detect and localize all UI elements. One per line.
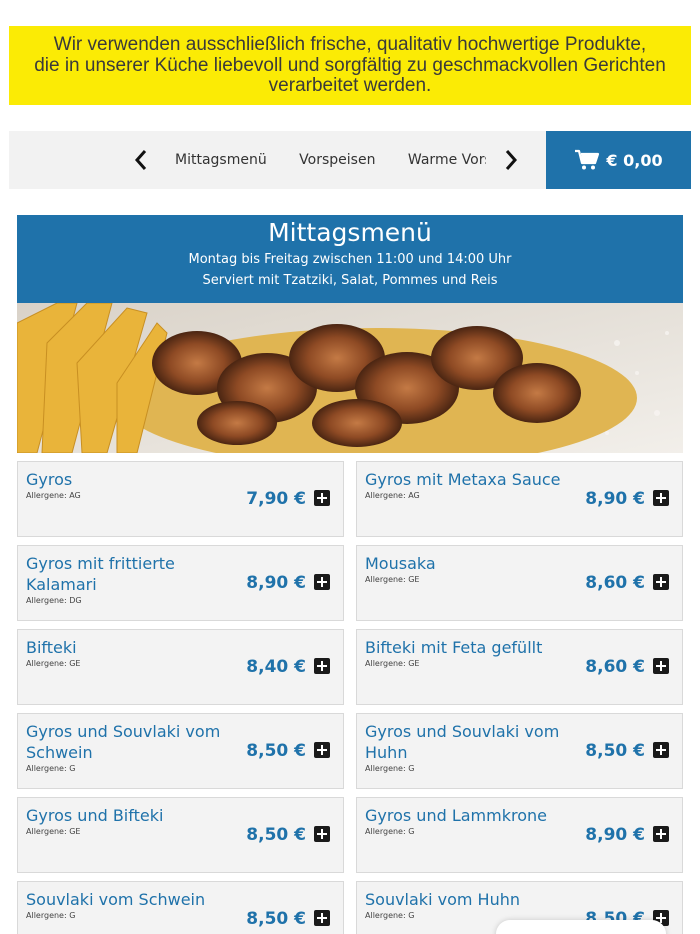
- plus-square-icon[interactable]: [314, 574, 330, 590]
- menu-item-allergens: Allergene: G: [26, 911, 76, 920]
- menu-item-price: 8,90 €: [246, 573, 306, 593]
- menu-item-card[interactable]: Gyros und Lammkrone Allergene: G 8,90 €: [356, 797, 683, 873]
- menu-item-price: 8,60 €: [585, 657, 645, 677]
- menu-item-info: Gyros und Souvlaki vom Schwein Allergene:…: [26, 721, 236, 775]
- info-banner-line: die in unserer Küche liebevoll und sorgf…: [34, 54, 666, 76]
- menu-item-name: Gyros: [26, 470, 73, 489]
- menu-item-card[interactable]: Gyros und Souvlaki vom Huhn Allergene: G 8…: [356, 713, 683, 789]
- plus-square-icon[interactable]: [653, 742, 669, 758]
- menu-item-info: Gyros und Souvlaki vom Huhn Allergene: G: [365, 721, 575, 775]
- menu-item-price: 8,90 €: [585, 489, 645, 509]
- info-banner-line: Wir verwenden ausschließlich frische, qu…: [53, 34, 647, 55]
- menu-item-info: Mousaka Allergene: GE: [365, 553, 575, 586]
- menu-item-name: Mousaka: [365, 554, 436, 573]
- menu-item-name: Bifteki: [26, 638, 77, 657]
- menu-item-info: Gyros mit Metaxa Sauce Allergene: AG: [365, 469, 575, 502]
- menu-item-card[interactable]: Gyros Allergene: AG 7,90 €: [17, 461, 344, 537]
- menu-item-allergens: Allergene: AG: [26, 491, 81, 500]
- plus-square-icon[interactable]: [314, 910, 330, 926]
- menu-item-name: Souvlaki vom Huhn: [365, 890, 520, 909]
- chevron-right-icon[interactable]: [503, 149, 519, 171]
- menu-item-card[interactable]: Gyros mit frittierte Kalamari Allergene: …: [17, 545, 344, 621]
- menu-item-info: Bifteki mit Feta gefüllt Allergene: GE: [365, 637, 575, 670]
- menu-item-info: Bifteki Allergene: GE: [26, 637, 236, 670]
- plus-square-icon[interactable]: [314, 742, 330, 758]
- menu-item-price: 7,90 €: [246, 489, 306, 509]
- tab-warme-vorspeisen[interactable]: Warme Vorspe: [394, 131, 486, 189]
- section-hours: Montag bis Freitag zwischen 11:00 und 14…: [188, 252, 512, 267]
- menu-item-price: 8,90 €: [585, 825, 645, 845]
- floating-overlay: [496, 920, 666, 934]
- menu-item-allergens: Allergene: GE: [26, 659, 81, 668]
- menu-item-card[interactable]: Bifteki mit Feta gefüllt Allergene: GE 8,6…: [356, 629, 683, 705]
- menu-item-info: Souvlaki vom Schwein Allergene: G: [26, 889, 236, 922]
- menu-item-allergens: Allergene: G: [365, 764, 415, 773]
- plus-square-icon[interactable]: [314, 658, 330, 674]
- menu-item-info: Gyros und Bifteki Allergene: GE: [26, 805, 236, 838]
- menu-item-card[interactable]: Mousaka Allergene: GE 8,60 €: [356, 545, 683, 621]
- shopping-cart-icon: [575, 149, 600, 170]
- section-served-with: Serviert mit Tzatziki, Salat, Pommes und…: [202, 273, 498, 288]
- plus-square-icon[interactable]: [653, 826, 669, 842]
- menu-item-price: 8,50 €: [246, 909, 306, 929]
- section-header: Mittagsmenü Montag bis Freitag zwischen …: [17, 215, 683, 303]
- menu-item-name: Gyros und Souvlaki vom Huhn: [365, 722, 560, 762]
- menu-item-info: Gyros und Lammkrone Allergene: G: [365, 805, 575, 838]
- chevron-left-icon[interactable]: [133, 149, 149, 171]
- menu-item-price: 8,40 €: [246, 657, 306, 677]
- menu-item-name: Gyros mit frittierte Kalamari: [26, 554, 175, 594]
- menu-item-allergens: Allergene: G: [26, 764, 76, 773]
- menu-item-card[interactable]: Gyros und Souvlaki vom Schwein Allergene:…: [17, 713, 344, 789]
- menu-item-allergens: Allergene: DG: [26, 596, 82, 605]
- category-nav: Mittagsmenü Vorspeisen Warme Vorspe: [9, 131, 546, 189]
- menu-item-allergens: Allergene: GE: [365, 575, 420, 584]
- plus-square-icon[interactable]: [653, 490, 669, 506]
- menu-item-info: Gyros mit frittierte Kalamari Allergene: …: [26, 553, 236, 607]
- menu-item-allergens: Allergene: GE: [365, 659, 420, 668]
- menu-item-name: Gyros mit Metaxa Sauce: [365, 470, 561, 489]
- plus-square-icon[interactable]: [653, 574, 669, 590]
- menu-item-price: 8,60 €: [585, 573, 645, 593]
- menu-item-card[interactable]: Gyros mit Metaxa Sauce Allergene: AG 8,90 …: [356, 461, 683, 537]
- section-title: Mittagsmenü: [268, 218, 432, 247]
- menu-item-info: Souvlaki vom Huhn Allergene: G: [365, 889, 575, 922]
- menu-item-allergens: Allergene: G: [365, 827, 415, 836]
- menu-item-price: 8,50 €: [246, 825, 306, 845]
- category-tabs: Mittagsmenü Vorspeisen Warme Vorspe: [161, 131, 486, 189]
- plus-square-icon[interactable]: [314, 826, 330, 842]
- menu-item-price: 8,50 €: [246, 741, 306, 761]
- menu-item-name: Bifteki mit Feta gefüllt: [365, 638, 543, 657]
- menu-item-name: Gyros und Souvlaki vom Schwein: [26, 722, 221, 762]
- menu-item-card[interactable]: Souvlaki vom Schwein Allergene: G 8,50 €: [17, 881, 344, 934]
- hero-image: [17, 303, 683, 453]
- menu-item-info: Gyros Allergene: AG: [26, 469, 236, 502]
- menu-item-allergens: Allergene: GE: [26, 827, 81, 836]
- info-banner-line: verarbeitet werden.: [268, 75, 432, 96]
- menu-item-name: Gyros und Bifteki: [26, 806, 164, 825]
- menu-item-allergens: Allergene: AG: [365, 491, 420, 500]
- menu-item-card[interactable]: Bifteki Allergene: GE 8,40 €: [17, 629, 344, 705]
- plus-square-icon[interactable]: [314, 490, 330, 506]
- cart-total: € 0,00: [606, 150, 663, 170]
- menu-item-card[interactable]: Gyros und Bifteki Allergene: GE 8,50 €: [17, 797, 344, 873]
- plus-square-icon[interactable]: [653, 658, 669, 674]
- tab-vorspeisen[interactable]: Vorspeisen: [285, 131, 389, 189]
- tab-mittagsmenu[interactable]: Mittagsmenü: [161, 131, 281, 189]
- menu-item-name: Gyros und Lammkrone: [365, 806, 547, 825]
- menu-item-name: Souvlaki vom Schwein: [26, 890, 206, 909]
- info-banner: Wir verwenden ausschließlich frische, qu…: [9, 26, 691, 105]
- menu-item-price: 8,50 €: [585, 741, 645, 761]
- cart-button[interactable]: € 0,00: [546, 131, 691, 189]
